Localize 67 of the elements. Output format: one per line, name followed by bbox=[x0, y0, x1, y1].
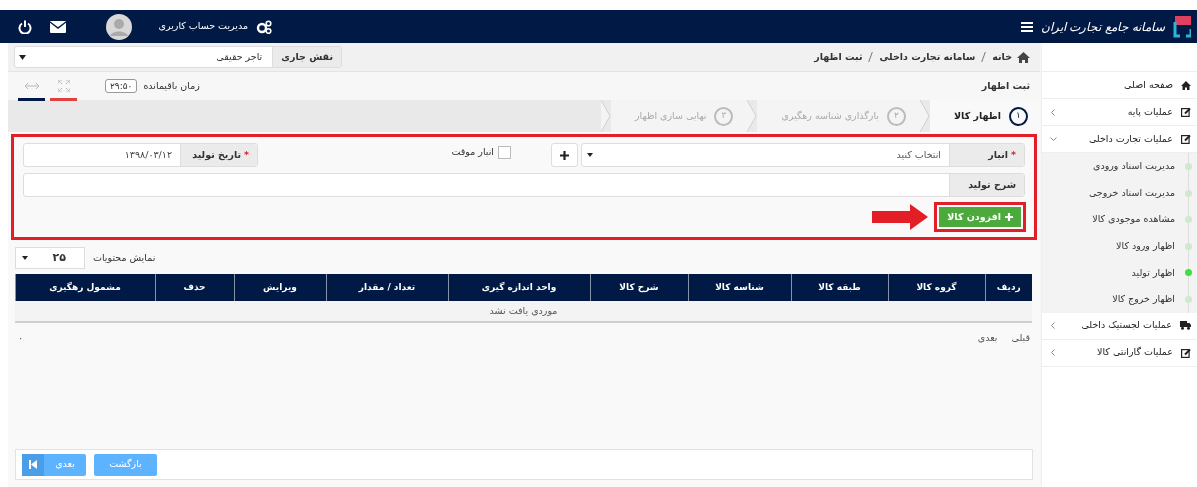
page-size-label: نمایش محتویات bbox=[93, 250, 156, 265]
date-input-group[interactable]: * تاریخ تولید ۱۳۹۸/۰۳/۱۲ bbox=[23, 143, 258, 167]
field-label: انبار bbox=[988, 147, 1009, 163]
timer-label: زمان باقیمانده bbox=[143, 78, 200, 93]
sidebar-subitem[interactable]: اظهار خروج کالا bbox=[1050, 285, 1197, 313]
home-icon bbox=[1181, 80, 1191, 90]
sidebar-subitem[interactable]: مدیریت اسناد ورودی bbox=[1050, 153, 1197, 180]
caret-down-icon bbox=[587, 153, 593, 157]
production-date-field[interactable]: ۱۳۹۸/۰۳/۱۲ bbox=[24, 144, 180, 166]
home-icon bbox=[1017, 51, 1030, 63]
logo-icon bbox=[1173, 15, 1191, 38]
role-select[interactable]: نقش جاری تاجر حقیقی bbox=[14, 46, 342, 68]
gears-icon bbox=[256, 19, 272, 34]
account-label[interactable]: مدیریت حساب کاربری bbox=[158, 19, 248, 34]
column-header: مشمول رهگیری bbox=[15, 274, 155, 301]
sidebar-subitem[interactable]: مدیریت اسناد خروجی bbox=[1050, 179, 1197, 207]
edit-icon bbox=[1181, 107, 1191, 117]
sidebar-subitem[interactable]: اظهار ورود کالا bbox=[1050, 232, 1197, 260]
sidebar-subitem[interactable]: اظهار تولید bbox=[1050, 259, 1197, 286]
plus-icon bbox=[560, 150, 569, 160]
plus-icon bbox=[1005, 213, 1013, 221]
column-header: حذف bbox=[155, 274, 234, 301]
edit-icon bbox=[1181, 347, 1191, 358]
next-page-link[interactable]: بعدی bbox=[977, 331, 998, 346]
field-label: تاریخ تولید bbox=[192, 147, 242, 163]
warehouse-select[interactable]: انتخاب کنید bbox=[598, 144, 949, 166]
page-size-select[interactable]: ۲۵ bbox=[15, 247, 85, 269]
column-header: تعداد / مقدار bbox=[326, 274, 448, 301]
edit-icon bbox=[1181, 134, 1191, 144]
checkbox[interactable] bbox=[498, 145, 511, 159]
column-header: طبقه کالا bbox=[791, 274, 888, 301]
skip-icon bbox=[29, 460, 37, 469]
required-mark: * bbox=[1011, 147, 1016, 162]
sidebar-item[interactable]: صفحه اصلی bbox=[1042, 72, 1197, 99]
column-header: ویرایش bbox=[234, 274, 326, 301]
truck-icon bbox=[1180, 321, 1191, 331]
column-header: واحد اندازه گیری bbox=[448, 274, 590, 301]
caret-down-icon bbox=[22, 256, 28, 260]
description-input-group[interactable]: شرح تولید bbox=[23, 173, 1025, 197]
menu-icon[interactable] bbox=[1020, 21, 1033, 32]
add-warehouse-button[interactable] bbox=[551, 143, 578, 167]
column-header: ردیف bbox=[985, 274, 1032, 301]
field-label: شرح تولید bbox=[968, 177, 1016, 193]
empty-table-message: موردی یافت نشد bbox=[15, 301, 1032, 322]
previous-page-link[interactable]: قبلی bbox=[1011, 331, 1030, 346]
envelope-icon[interactable] bbox=[50, 20, 66, 33]
avatar-icon[interactable] bbox=[106, 13, 132, 40]
timer-value: ۲۹:۵۰ bbox=[105, 79, 138, 93]
breadcrumb-link[interactable]: سامانه تجارت داخلی bbox=[879, 49, 976, 65]
sidebar-subitem[interactable]: مشاهده موجودی کالا bbox=[1050, 206, 1197, 233]
annotation-arrow bbox=[872, 204, 929, 230]
warehouse-input-group[interactable]: * انبار انتخاب کنید bbox=[581, 143, 1025, 167]
column-header: گروه کالا bbox=[888, 274, 985, 301]
wizard-step[interactable]: ۱ اظهار کالا bbox=[930, 100, 1040, 132]
sidebar-item[interactable]: عملیات پایه bbox=[1042, 99, 1197, 126]
sidebar-item[interactable]: عملیات گارانتی کالا bbox=[1042, 339, 1197, 367]
column-header: شناسه کالا bbox=[688, 274, 791, 301]
page-info: ۰ bbox=[18, 331, 24, 345]
caret-down-icon bbox=[19, 54, 26, 60]
breadcrumb-link[interactable]: خانه bbox=[992, 49, 1012, 65]
power-icon[interactable] bbox=[18, 19, 32, 34]
sidebar-item[interactable]: عملیات لجستیک داخلی bbox=[1042, 312, 1197, 340]
required-mark: * bbox=[244, 147, 249, 162]
logo-text: سامانه جامع تجارت ایران bbox=[1040, 18, 1165, 36]
checkbox-label: انبار موقت bbox=[451, 144, 494, 159]
column-header: شرح کالا bbox=[590, 274, 688, 301]
page-title: ثبت اظهار bbox=[981, 78, 1030, 93]
